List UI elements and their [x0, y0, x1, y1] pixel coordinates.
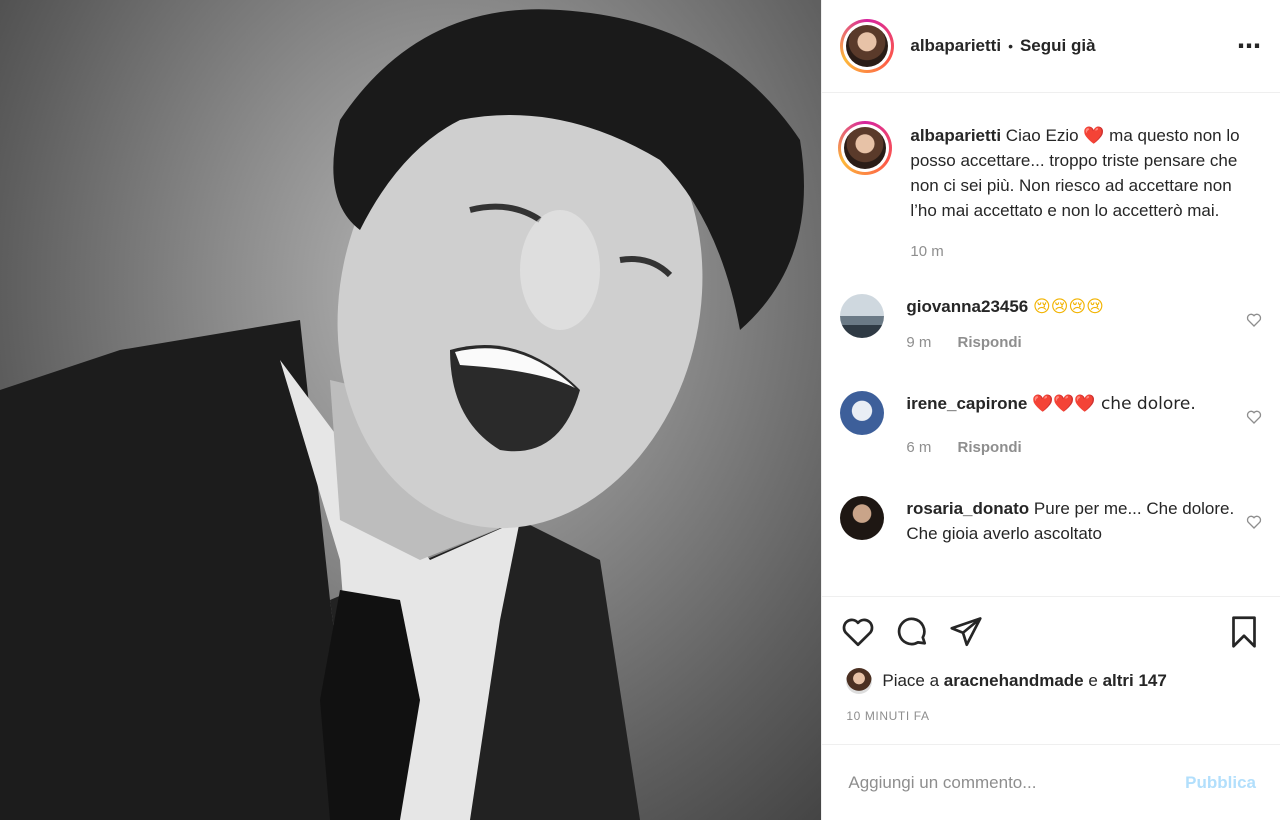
- comment-username[interactable]: irene_capirone: [906, 394, 1027, 413]
- comment-input[interactable]: [846, 771, 1186, 794]
- reply-button[interactable]: Rispondi: [958, 439, 1022, 456]
- caption-username[interactable]: albaparietti: [910, 126, 1001, 145]
- comment-avatar[interactable]: [840, 391, 885, 435]
- likes-conj: e: [1088, 671, 1098, 690]
- liker-avatar[interactable]: [846, 668, 873, 694]
- comment-meta: 9 m Rispondi: [906, 330, 1238, 355]
- header-separator: •: [1008, 38, 1013, 54]
- comment-item: giovanna23456 😢😢😢😢 9 m Rispondi: [840, 294, 1262, 355]
- photo-illustration: [0, 9, 804, 820]
- comments-list[interactable]: albaparietti Ciao Ezio ❤️ ma questo non …: [822, 93, 1280, 596]
- save-bookmark-icon[interactable]: [1226, 614, 1262, 650]
- add-comment-row: Pubblica: [822, 744, 1280, 820]
- caption: albaparietti Ciao Ezio ❤️ ma questo non …: [838, 121, 1262, 264]
- comment-time: 6 m: [906, 439, 932, 456]
- author-username[interactable]: albaparietti: [910, 36, 1001, 56]
- comment-text: 😢😢😢😢: [1033, 297, 1104, 317]
- author-avatar[interactable]: [840, 19, 895, 73]
- publish-button[interactable]: Pubblica: [1185, 773, 1256, 793]
- post-photo[interactable]: [0, 0, 822, 820]
- comment-item: rosaria_donato Pure per me... Che dolore…: [840, 496, 1262, 546]
- comment-time: 9 m: [906, 334, 932, 351]
- post-timestamp: 10 MINUTI FA: [846, 709, 930, 723]
- like-icon[interactable]: [840, 614, 876, 650]
- follow-status-button[interactable]: Segui già: [1020, 36, 1096, 56]
- like-comment-icon[interactable]: [1246, 514, 1262, 530]
- liker-username[interactable]: aracnehandmade: [944, 671, 1084, 691]
- comment-avatar[interactable]: [840, 294, 885, 338]
- caption-timestamp: 10 m: [910, 243, 944, 260]
- comment-username[interactable]: rosaria_donato: [906, 499, 1029, 518]
- likes-others-count[interactable]: altri 147: [1103, 671, 1167, 691]
- comment-icon[interactable]: [894, 614, 930, 650]
- instagram-post-view: albaparietti • Segui già ⋯ albaparietti …: [0, 0, 1280, 820]
- like-comment-icon[interactable]: [1246, 409, 1262, 425]
- post-header: albaparietti • Segui già ⋯: [822, 0, 1280, 93]
- share-icon[interactable]: [948, 614, 984, 650]
- action-bar: [840, 597, 1262, 667]
- caption-avatar[interactable]: [838, 121, 893, 175]
- comment-avatar[interactable]: [840, 496, 885, 540]
- reply-button[interactable]: Rispondi: [958, 334, 1022, 351]
- comment-meta: 6 m Rispondi: [906, 435, 1238, 460]
- post-sidebar: albaparietti • Segui già ⋯ albaparietti …: [821, 0, 1280, 820]
- more-options-icon[interactable]: ⋯: [1237, 32, 1262, 61]
- like-comment-icon[interactable]: [1246, 312, 1262, 328]
- likes-summary: Piace a aracnehandmade e altri 147: [840, 667, 1262, 695]
- likes-prefix: Piace a: [882, 671, 940, 690]
- comment-text: ❤️❤️❤️ che dolore.: [1032, 394, 1196, 414]
- comment-username[interactable]: giovanna23456: [906, 297, 1028, 316]
- comment-item: irene_capirone ❤️❤️❤️ che dolore. 6 m Ri…: [840, 391, 1262, 460]
